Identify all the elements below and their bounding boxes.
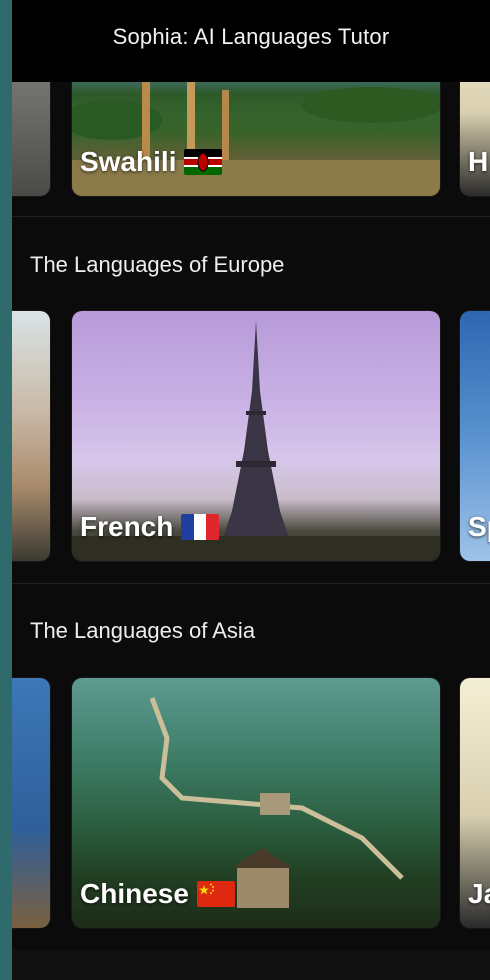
app-screen: Sophia: AI Languages Tutor Swahili H The… xyxy=(12,0,490,980)
language-card-chinese[interactable]: Chinese xyxy=(72,678,440,928)
language-card-partial-right[interactable]: Ja xyxy=(460,678,490,928)
kenya-flag-icon xyxy=(184,149,223,175)
section-divider xyxy=(12,583,490,584)
app-title: Sophia: AI Languages Tutor xyxy=(112,24,390,49)
language-card-partial-left[interactable] xyxy=(12,678,50,928)
france-flag-icon xyxy=(181,514,220,540)
card-label-partial: Ja xyxy=(468,878,490,909)
top-bar: Sophia: AI Languages Tutor xyxy=(12,0,490,82)
card-label-partial: Sp xyxy=(468,511,490,542)
section-title-europe: The Languages of Europe xyxy=(30,252,285,277)
language-card-partial-left[interactable] xyxy=(12,311,50,561)
language-name: French xyxy=(80,511,174,542)
section-divider xyxy=(12,216,490,217)
card-label-french: French xyxy=(80,511,220,543)
china-flag-icon xyxy=(196,881,235,907)
language-card-french[interactable]: French xyxy=(72,311,440,561)
language-name: Chinese xyxy=(80,878,189,909)
card-label-chinese: Chinese xyxy=(80,878,235,910)
bottom-bar xyxy=(12,950,490,980)
card-label-partial: H xyxy=(468,146,489,177)
language-name: Swahili xyxy=(80,146,177,177)
card-label-swahili: Swahili xyxy=(80,146,223,178)
language-card-partial-right[interactable]: Sp xyxy=(460,311,490,561)
section-title-asia: The Languages of Asia xyxy=(30,618,256,643)
